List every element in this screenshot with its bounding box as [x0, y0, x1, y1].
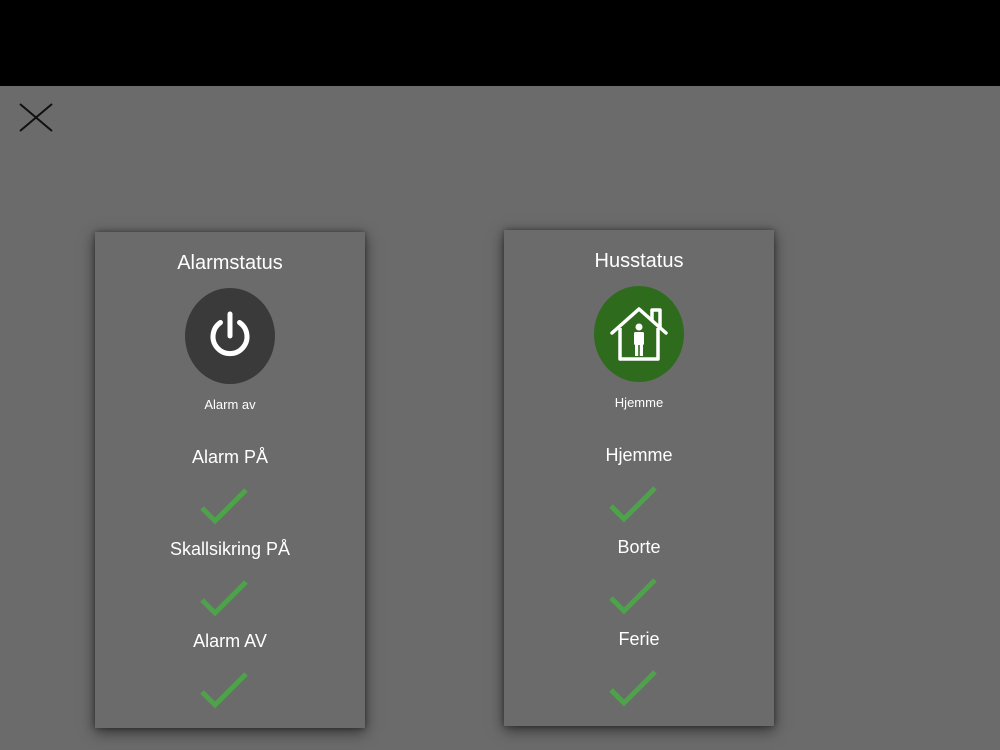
checkmark-icon: [200, 488, 248, 525]
option-vacation[interactable]: Ferie: [504, 628, 774, 650]
checkmark-icon: [200, 580, 248, 617]
alarm-status-indicator[interactable]: [185, 288, 275, 384]
close-button[interactable]: [17, 101, 55, 135]
house-status-title: Husstatus: [594, 250, 684, 272]
power-icon: [210, 311, 250, 357]
option-label: Borte: [617, 537, 661, 557]
option-alarm-on[interactable]: Alarm PÅ: [95, 446, 365, 468]
option-alarm-off[interactable]: Alarm AV: [95, 630, 365, 652]
option-label: Alarm PÅ: [191, 447, 269, 467]
checkmark-icon: [609, 578, 657, 615]
close-icon: [19, 103, 53, 132]
option-label: Skallsikring PÅ: [169, 539, 291, 559]
alarm-status-card: Alarmstatus Alarm av Alarm PÅ Skallsikri…: [95, 232, 365, 728]
option-perimeter-on[interactable]: Skallsikring PÅ: [95, 538, 365, 560]
house-status-card: Husstatus Hjemme Hjemme Borte Ferie: [504, 230, 774, 726]
option-label: Ferie: [618, 629, 660, 649]
house-status-caption: Hjemme: [614, 395, 664, 410]
option-label: Hjemme: [605, 445, 673, 465]
alarm-status-caption: Alarm av: [204, 397, 256, 412]
option-home[interactable]: Hjemme: [504, 444, 774, 466]
checkmark-icon: [609, 670, 657, 707]
top-bar: [0, 0, 1000, 86]
checkmark-icon: [609, 486, 657, 523]
option-away[interactable]: Borte: [504, 536, 774, 558]
checkmark-icon: [200, 672, 248, 709]
house-status-indicator[interactable]: [594, 286, 684, 382]
house-person-icon: [610, 307, 668, 361]
option-label: Alarm AV: [193, 631, 267, 651]
alarm-status-title: Alarmstatus: [177, 252, 283, 274]
